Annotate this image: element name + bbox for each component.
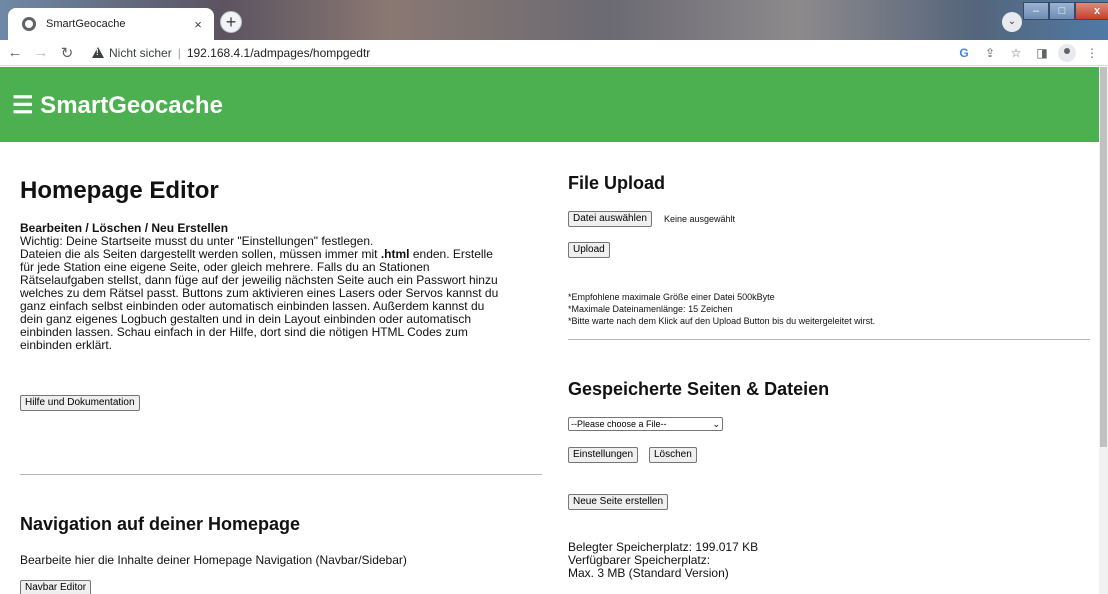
- settings-button[interactable]: Einstellungen: [568, 447, 639, 463]
- editor-text-line-5: welches zu dem Rätsel passt. Buttons zum…: [20, 286, 499, 300]
- editor-text-line-1: Wichtig: Deine Startseite musst du unter…: [20, 234, 374, 248]
- upload-note-2: *Maximale Dateinamenlänge: 15 Zeichen: [568, 304, 733, 314]
- browser-titlebar: SmartGeocache × + ⌄ – □ x: [0, 0, 1108, 40]
- editor-text-line-2: Dateien die als Seiten dargestellt werde…: [20, 247, 493, 261]
- editor-title: Homepage Editor: [20, 177, 219, 204]
- upload-note-3: *Bitte warte nach dem Klick auf den Uplo…: [568, 316, 876, 326]
- upload-note-1: *Empfohlene maximale Größe einer Datei 5…: [568, 292, 775, 302]
- navigation-text: Bearbeite hier die Inhalte deiner Homepa…: [20, 553, 407, 567]
- editor-text-line-4: Rätselaufgaben stellst, dann füge auf de…: [20, 273, 498, 287]
- editor-subtitle: Bearbeiten / Löschen / Neu Erstellen: [20, 221, 229, 235]
- tab-close-icon[interactable]: ×: [190, 17, 206, 32]
- sidebar-icon[interactable]: ◨: [1032, 43, 1052, 63]
- available-storage: Verfügbarer Speicherplatz:: [568, 553, 711, 567]
- menu-kebab-icon[interactable]: ⋮: [1082, 43, 1102, 63]
- insecure-label[interactable]: Nicht sicher: [109, 46, 172, 60]
- editor-text-line-9: einbinden erklärt.: [20, 338, 113, 352]
- upload-title: File Upload: [568, 173, 666, 193]
- window-controls: – □ x: [1023, 2, 1108, 20]
- share-icon[interactable]: ⇪: [980, 43, 1000, 63]
- right-divider: [568, 339, 1090, 340]
- left-divider: [20, 474, 542, 475]
- back-arrow-icon[interactable]: ←: [4, 44, 26, 61]
- toolbar-icons: G ⇪ ☆ ◨ ⋮: [954, 43, 1102, 63]
- help-button[interactable]: Hilfe und Dokumentation: [20, 395, 140, 411]
- navigation-title: Navigation auf deiner Homepage: [20, 514, 301, 534]
- page-content: ☰ SmartGeocache Homepage Editor Bearbeit…: [0, 67, 1108, 594]
- used-storage: Belegter Speicherplatz: 199.017 KB: [568, 540, 759, 554]
- minimize-button[interactable]: –: [1023, 2, 1049, 20]
- file-select-value: --Please choose a File--: [571, 419, 667, 429]
- tab-title: SmartGeocache: [46, 18, 126, 30]
- page-scrollbar[interactable]: [1099, 67, 1108, 594]
- close-window-button[interactable]: x: [1075, 2, 1108, 20]
- browser-toolbar: ← → ↻ Nicht sicher | 192.168.4.1/admpage…: [0, 40, 1108, 66]
- upload-button[interactable]: Upload: [568, 242, 610, 258]
- html-extension: .html: [380, 247, 410, 261]
- max-storage: Max. 3 MB (Standard Version): [568, 566, 729, 580]
- site-brand[interactable]: ☰ SmartGeocache: [12, 91, 223, 120]
- saved-title: Gespeicherte Seiten & Dateien: [568, 379, 830, 399]
- url-text[interactable]: 192.168.4.1/admpages/hompgedtr: [187, 46, 370, 60]
- site-header: ☰ SmartGeocache: [0, 67, 1099, 142]
- reload-icon[interactable]: ↻: [56, 44, 78, 62]
- editor-text-line-7: dein ganz eigenes Logbuch gestalten und …: [20, 312, 472, 326]
- star-icon[interactable]: ☆: [1006, 43, 1026, 63]
- editor-text-line-6: ganz einfach selbst einbinden oder autom…: [20, 299, 485, 313]
- choose-file-button[interactable]: Datei auswählen: [568, 211, 652, 227]
- editor-text-line-8: einbinden lassen. Schau einfach in der H…: [20, 325, 468, 339]
- new-tab-button[interactable]: +: [220, 11, 242, 33]
- address-separator: |: [177, 46, 181, 60]
- maximize-button[interactable]: □: [1049, 2, 1075, 20]
- address-bar[interactable]: Nicht sicher | 192.168.4.1/admpages/homp…: [92, 42, 942, 64]
- browser-tab[interactable]: SmartGeocache ×: [8, 8, 214, 40]
- globe-icon: [22, 17, 36, 31]
- editor-text-line-3: für jede Station eine eigene Seite, oder…: [20, 260, 430, 274]
- delete-button[interactable]: Löschen: [649, 447, 697, 463]
- warning-icon: [92, 47, 104, 59]
- forward-arrow-icon[interactable]: →: [30, 44, 52, 61]
- new-page-button[interactable]: Neue Seite erstellen: [568, 494, 669, 510]
- navbar-editor-button[interactable]: Navbar Editor: [20, 580, 92, 594]
- chevron-down-icon: ⌄: [712, 419, 720, 429]
- scrollbar-thumb[interactable]: [1100, 67, 1107, 447]
- profile-icon[interactable]: [1058, 44, 1076, 62]
- google-icon[interactable]: G: [954, 43, 974, 63]
- file-select[interactable]: --Please choose a File-- ⌄: [568, 417, 723, 431]
- tab-search-icon[interactable]: ⌄: [1002, 12, 1022, 32]
- no-file-label: Keine ausgewählt: [664, 214, 736, 224]
